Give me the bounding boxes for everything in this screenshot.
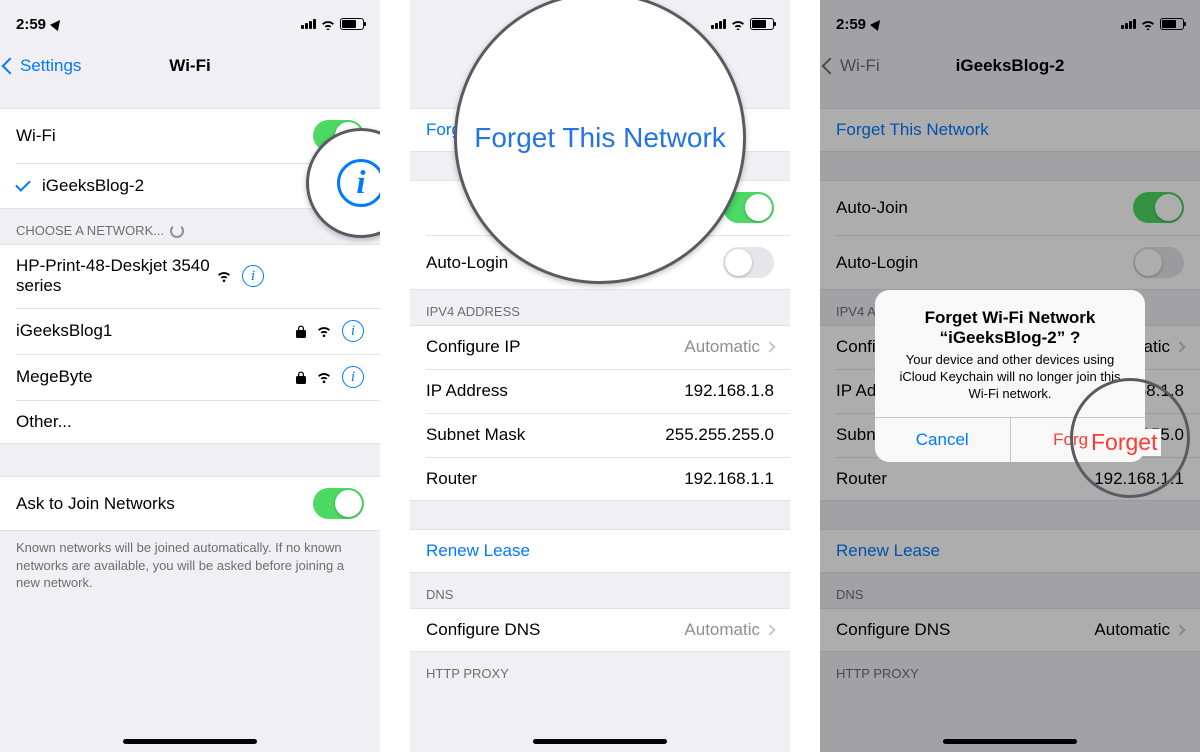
connected-network-name: iGeeksBlog-2 [42,176,314,196]
network-row[interactable]: HP-Print-48-Deskjet 3540 series i [0,244,380,308]
battery-icon [340,18,364,30]
alert-forget-button[interactable]: Forget [1011,418,1146,462]
configure-ip-row[interactable]: Configure IP Automatic [410,325,790,369]
ask-join-label: Ask to Join Networks [16,494,313,514]
renew-lease-row[interactable]: Renew Lease [410,529,790,573]
info-icon[interactable]: i [342,320,364,342]
info-icon[interactable]: i [242,265,264,287]
home-indicator[interactable] [943,739,1077,744]
ipv4-header: IPV4 ADDRESS [410,290,790,325]
wifi-icon [730,18,746,30]
dns-header: DNS [410,573,790,608]
ip-value: 192.168.1.8 [684,381,774,401]
network-row[interactable]: iGeeksBlog1 i [0,308,380,354]
wifi-settings-screen: 2:59 Settings Wi-Fi Wi-Fi iGeeksBlog-2 i… [0,0,380,752]
ask-join-toggle[interactable] [313,488,364,519]
wifi-icon [316,325,332,337]
configure-dns-row[interactable]: Configure DNS Automatic [410,608,790,652]
network-detail-screen: og-2 Forget This Network Auto-Login IPV4… [410,0,790,752]
ask-join-row: Ask to Join Networks [0,476,380,531]
configure-dns-value: Automatic [684,620,760,640]
cell-signal-icon [711,19,726,29]
cell-signal-icon [301,19,316,29]
lock-icon [296,371,306,384]
info-icon[interactable]: i [342,366,364,388]
status-time: 2:59 [16,16,46,33]
nav-back-button[interactable]: Settings [4,56,81,76]
callout-forget-network: Forget This Network [454,0,746,284]
home-indicator[interactable] [123,739,257,744]
home-indicator[interactable] [533,739,667,744]
configure-ip-value: Automatic [684,337,760,357]
subnet-row: Subnet Mask 255.255.255.0 [410,413,790,457]
renew-lease-label: Renew Lease [426,541,530,561]
wifi-icon [216,270,232,282]
router-label: Router [426,469,684,489]
wifi-icon [316,371,332,383]
nav-title: Wi-Fi [169,56,210,76]
wifi-label: Wi-Fi [16,126,313,146]
network-name: iGeeksBlog1 [16,321,296,341]
chevron-left-icon [2,58,19,75]
configure-dns-label: Configure DNS [426,620,684,640]
subnet-value: 255.255.255.0 [665,425,774,445]
alert-title: Forget Wi-Fi Network “iGeeksBlog-2” ? [891,308,1129,348]
ip-address-row: IP Address 192.168.1.8 [410,369,790,413]
wifi-icon [320,18,336,30]
other-label: Other... [16,412,364,432]
subnet-label: Subnet Mask [426,425,665,445]
location-icon [50,16,64,30]
nav-bar: Settings Wi-Fi [0,44,380,88]
alert-message: Your device and other devices using iClo… [891,352,1129,403]
forget-alert: Forget Wi-Fi Network “iGeeksBlog-2” ? Yo… [875,290,1145,462]
lock-icon [296,325,306,338]
configure-ip-label: Configure IP [426,337,684,357]
status-bar: 2:59 [0,0,380,44]
network-name: HP-Print-48-Deskjet 3540 series [16,256,216,296]
alert-cancel-button[interactable]: Cancel [875,418,1011,462]
router-value: 192.168.1.1 [684,469,774,489]
nav-back-label: Settings [20,56,81,76]
checkmark-icon [15,176,31,192]
ask-join-footer: Known networks will be joined automatica… [0,531,380,606]
ip-label: IP Address [426,381,684,401]
forget-confirm-screen: 2:59 Wi-Fi iGeeksBlog-2 Forget This Netw… [820,0,1200,752]
other-network-row[interactable]: Other... [0,400,380,444]
network-name: MegeByte [16,367,296,387]
network-row[interactable]: MegeByte i [0,354,380,400]
proxy-header: HTTP PROXY [410,652,790,687]
auto-login-toggle[interactable] [723,247,774,278]
chevron-right-icon [764,624,775,635]
spinner-icon [170,224,184,238]
chevron-right-icon [764,341,775,352]
battery-icon [750,18,774,30]
router-row: Router 192.168.1.1 [410,457,790,501]
